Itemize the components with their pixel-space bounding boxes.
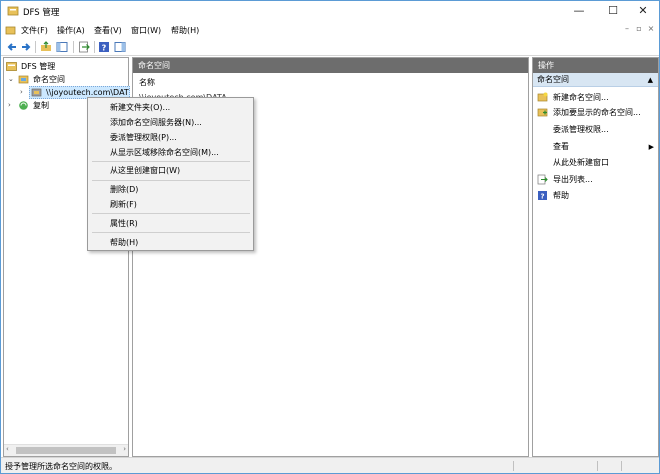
mmc-icon	[5, 26, 16, 35]
scroll-left-icon[interactable]: ‹	[6, 445, 9, 453]
menu-item-add-namespace-server[interactable]: 添加命名空间服务器(N)...	[110, 115, 250, 130]
back-arrow-icon[interactable]	[6, 41, 18, 53]
menu-item-help[interactable]: 帮助(H)	[110, 235, 250, 250]
help-icon[interactable]: ?	[98, 41, 110, 53]
menu-item-delegate-permissions[interactable]: 委派管理权限(P)...	[110, 130, 250, 145]
export-list-icon[interactable]	[78, 41, 90, 53]
status-divider	[621, 461, 622, 471]
mdi-minimize-button[interactable]: –	[621, 24, 633, 33]
namespace-icon	[31, 88, 42, 97]
forward-arrow-icon[interactable]	[20, 41, 32, 53]
chevron-down-icon[interactable]: ⌄	[8, 73, 14, 86]
namespaces-icon	[18, 75, 29, 84]
title-bar: DFS 管理 — ☐ ✕	[1, 1, 659, 23]
menu-help[interactable]: 帮助(H)	[171, 25, 199, 36]
column-header-name[interactable]: 名称	[139, 77, 155, 88]
collapse-arrow-icon[interactable]: ▲	[648, 73, 653, 87]
menu-item-new-window-from-here[interactable]: 从这里创建窗口(W)	[110, 163, 250, 178]
menu-item-properties[interactable]: 属性(R)	[110, 216, 250, 231]
menu-item-delete[interactable]: 删除(D)	[110, 182, 250, 197]
submenu-arrow-icon: ▶	[648, 143, 654, 151]
tree-label: 复制	[33, 101, 49, 110]
chevron-right-icon[interactable]: ›	[8, 99, 11, 112]
actions-pane: 操作 命名空间 ▲ 新建命名空间... 添加要显示的命名空间... 委派管理权限…	[532, 57, 659, 457]
toolbar-separator	[94, 41, 95, 53]
action-add-display-namespace[interactable]: 添加要显示的命名空间...	[533, 106, 658, 120]
export-list-icon	[537, 174, 548, 185]
menu-item-refresh[interactable]: 刷新(F)	[110, 197, 250, 212]
scroll-right-icon[interactable]: ›	[123, 445, 126, 453]
status-bar: 授予管理所选命名空间的权限。	[1, 457, 659, 473]
svg-text:?: ?	[540, 193, 544, 201]
action-delegate-permissions[interactable]: 委派管理权限...	[533, 123, 658, 137]
actions-pane-header: 操作	[533, 58, 658, 73]
show-hide-action-pane-icon[interactable]	[114, 41, 126, 53]
maximize-button[interactable]: ☐	[597, 1, 629, 23]
toolbar-separator	[73, 41, 74, 53]
menu-item-remove-namespace-from-display[interactable]: 从显示区域移除命名空间(M)...	[110, 145, 250, 160]
menu-view[interactable]: 查看(V)	[94, 25, 122, 36]
menu-separator	[92, 213, 250, 214]
action-view[interactable]: 查看 ▶	[533, 140, 658, 154]
mdi-close-button[interactable]: ×	[645, 24, 657, 33]
menu-separator	[92, 180, 250, 181]
dfs-management-icon	[6, 62, 17, 71]
menu-separator	[92, 161, 250, 162]
new-namespace-icon	[537, 92, 548, 102]
toolbar-separator	[35, 41, 36, 53]
results-pane-header: 命名空间	[133, 58, 528, 73]
menu-file[interactable]: 文件(F)	[21, 25, 48, 36]
context-menu: 新建文件夹(O)... 添加命名空间服务器(N)... 委派管理权限(P)...…	[87, 97, 254, 251]
chevron-right-icon[interactable]: ›	[20, 86, 23, 99]
help-icon: ?	[538, 191, 547, 201]
minimize-button[interactable]: —	[563, 1, 595, 23]
window-title: DFS 管理	[23, 8, 60, 18]
actions-subheader-label: 命名空间	[537, 75, 569, 84]
status-text: 授予管理所选命名空间的权限。	[5, 462, 117, 471]
dfs-app-icon	[7, 6, 19, 16]
action-help[interactable]: ? 帮助	[533, 189, 658, 203]
status-divider	[597, 461, 598, 471]
menu-separator	[92, 232, 250, 233]
status-divider	[513, 461, 514, 471]
menu-window[interactable]: 窗口(W)	[131, 25, 161, 36]
action-new-namespace[interactable]: 新建命名空间...	[533, 91, 658, 105]
dfs-management-window: DFS 管理 — ☐ ✕ 文件(F) 操作(A) 查看(V) 窗口(W) 帮助(…	[0, 0, 660, 474]
show-hide-console-tree-icon[interactable]	[56, 41, 68, 53]
tree-horizontal-scrollbar[interactable]: ‹ ›	[4, 444, 128, 456]
actions-subheader[interactable]: 命名空间 ▲	[533, 73, 658, 87]
tree-label: 命名空间	[33, 75, 65, 84]
menu-bar: 文件(F) 操作(A) 查看(V) 窗口(W) 帮助(H)	[1, 23, 659, 38]
add-display-namespace-icon	[537, 108, 548, 117]
action-export-list[interactable]: 导出列表...	[533, 173, 658, 187]
menu-action[interactable]: 操作(A)	[57, 25, 85, 36]
mdi-restore-button[interactable]: ▫	[633, 24, 645, 33]
svg-text:?: ?	[102, 44, 107, 53]
scrollbar-thumb[interactable]	[16, 447, 116, 454]
toolbar: ?	[1, 38, 659, 56]
up-folder-icon[interactable]	[40, 41, 52, 53]
menu-item-new-folder[interactable]: 新建文件夹(O)...	[110, 100, 250, 115]
tree-label: DFS 管理	[21, 62, 56, 71]
action-new-window-from-here[interactable]: 从此处新建窗口	[533, 156, 658, 170]
replication-icon	[19, 101, 28, 110]
close-button[interactable]: ✕	[627, 1, 659, 23]
